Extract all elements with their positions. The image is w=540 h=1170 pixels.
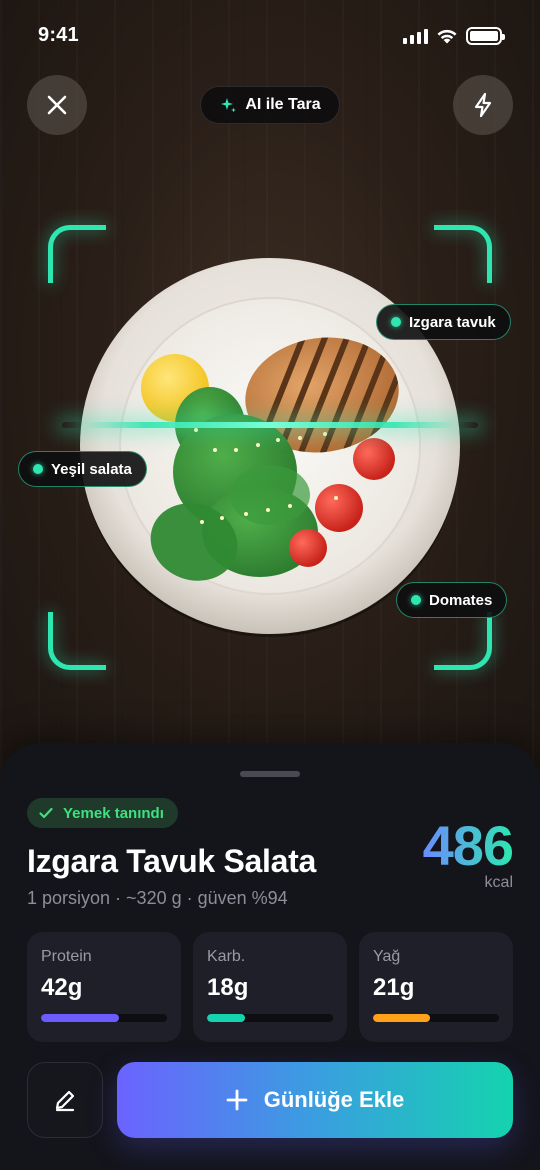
calorie-value: 486 [422,814,514,877]
detection-dot [33,464,43,474]
close-icon [47,95,67,115]
macro-progress-fill [207,1014,245,1022]
ai-pill-label: AI ile Tara [245,96,321,113]
ai-scan-pill[interactable]: AI ile Tara [200,86,340,124]
detection-tag-chicken[interactable]: Izgara tavuk [376,304,511,340]
status-icons [403,27,505,45]
scan-line [62,422,478,428]
meal-title: Izgara Tavuk Salata [27,843,316,879]
macro-label: Protein [41,948,92,965]
macro-progress-fill [41,1014,120,1022]
flash-icon [474,92,492,118]
sheet-handle[interactable] [240,771,300,777]
macro-card-carbs: Karb. 18g [193,932,347,1042]
status-badge: Yemek tanındı [27,798,178,828]
detection-dot [411,595,421,605]
flash-button[interactable] [453,75,513,135]
detection-label: Izgara tavuk [409,313,496,331]
status-time: 9:41 [38,24,79,46]
detection-label: Domates [429,591,493,609]
wifi-icon [437,29,457,44]
macro-value: 21g [373,974,415,1001]
add-to-log-button[interactable]: Günlüğe Ekle [117,1062,513,1138]
calorie-unit: kcal [484,874,513,891]
detection-tag-tomato[interactable]: Domates [396,582,508,618]
close-button[interactable] [27,75,87,135]
meal-meta: 1 porsiyon · ~320 g · güven %94 [27,888,288,908]
pencil-icon [55,1090,75,1112]
macro-progress-bar [207,1014,333,1022]
macro-progress-fill [373,1014,430,1022]
status-badge-label: Yemek tanındı [63,804,164,822]
signal-icon [403,28,428,44]
macro-progress-bar [41,1014,167,1022]
detection-tag-salad[interactable]: Yeşil salata [18,451,147,487]
macro-label: Karb. [207,948,246,965]
macro-value: 18g [207,974,249,1001]
detection-label: Yeşil salata [51,460,132,478]
macro-value: 42g [41,974,83,1001]
check-icon [39,807,53,819]
macro-label: Yağ [373,948,401,965]
edit-button[interactable] [27,1062,103,1138]
detection-dot [391,317,401,327]
sparkle-icon [221,98,237,113]
macro-card-fat: Yağ 21g [359,932,513,1042]
plus-icon [226,1089,248,1111]
result-sheet: Yemek tanındı Izgara Tavuk Salata 1 pors… [0,743,540,1170]
add-to-log-label: Günlüğe Ekle [263,1087,405,1112]
macro-progress-bar [373,1014,499,1022]
battery-icon [466,27,505,45]
macro-card-protein: Protein 42g [27,932,181,1042]
status-bar: 9:41 [0,0,540,70]
